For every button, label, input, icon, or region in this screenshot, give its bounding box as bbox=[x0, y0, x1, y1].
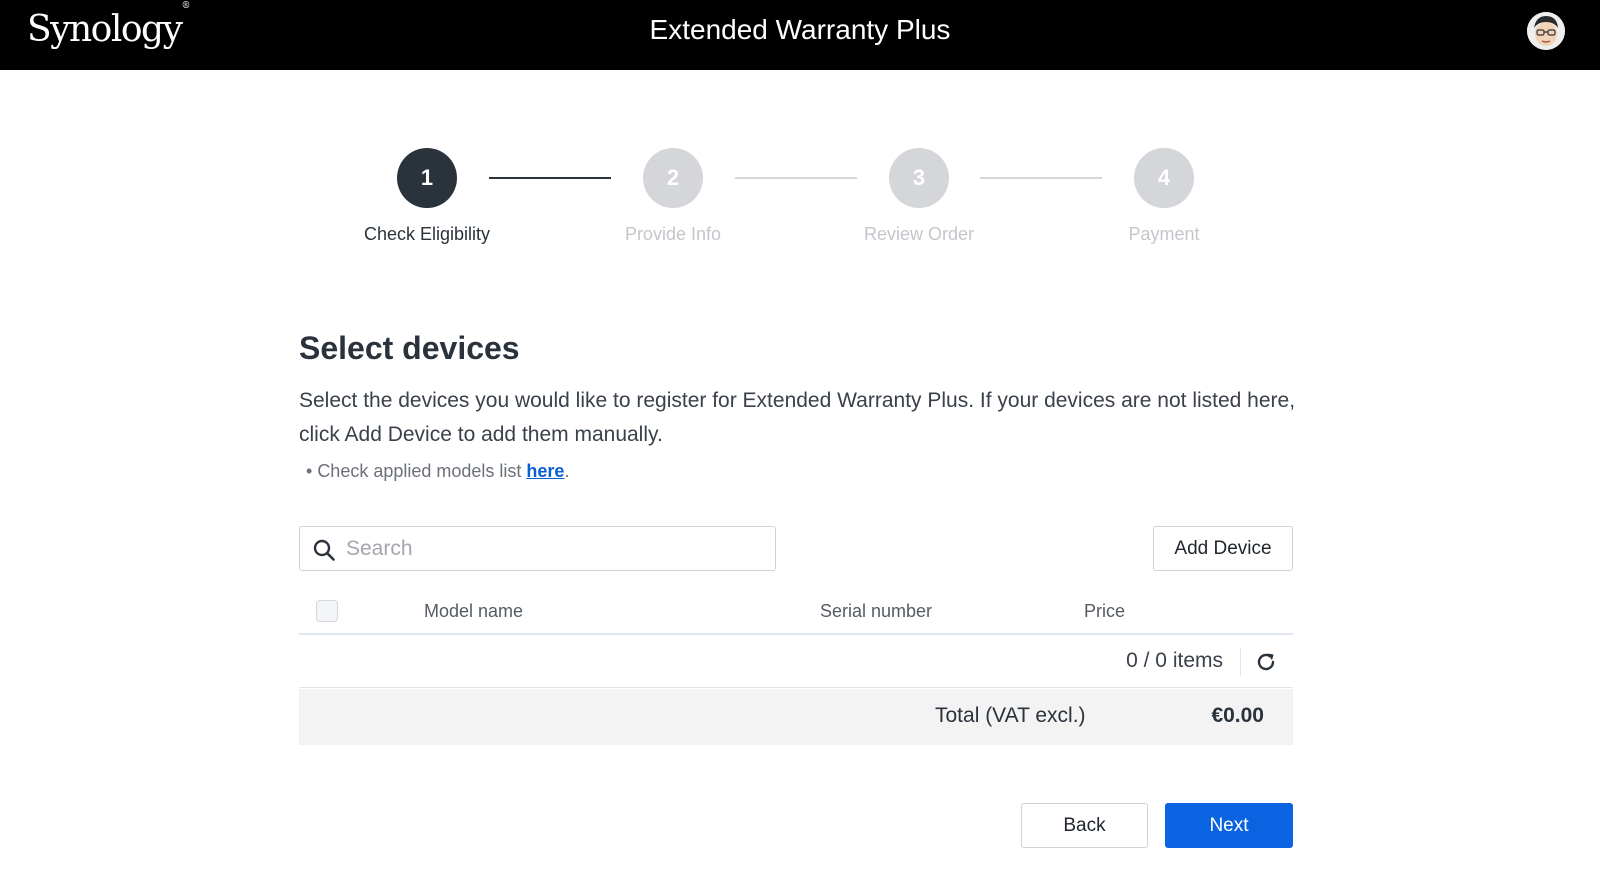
search-box[interactable] bbox=[299, 526, 776, 571]
next-button[interactable]: Next bbox=[1165, 803, 1293, 848]
add-device-button[interactable]: Add Device bbox=[1153, 526, 1293, 571]
select-all-checkbox[interactable] bbox=[316, 600, 338, 622]
note-suffix: . bbox=[564, 461, 570, 481]
step-label: Review Order bbox=[863, 224, 975, 244]
column-model-name[interactable]: Model name bbox=[424, 601, 523, 622]
step-provide-info: 2 Provide Info bbox=[573, 148, 773, 245]
models-list-link[interactable]: here bbox=[526, 461, 564, 481]
back-button[interactable]: Back bbox=[1021, 803, 1148, 848]
step-number: 3 bbox=[889, 148, 949, 208]
step-payment: 4 Payment bbox=[1064, 148, 1264, 245]
user-avatar[interactable] bbox=[1527, 12, 1565, 50]
step-number: 1 bbox=[397, 148, 457, 208]
progress-stepper: 1 Check Eligibility 2 Provide Info 3 Rev… bbox=[0, 148, 1600, 258]
models-list-note: • Check applied models list here. bbox=[306, 461, 570, 481]
step-check-eligibility: 1 Check Eligibility bbox=[327, 148, 527, 245]
total-row: Total (VAT excl.) €0.00 bbox=[299, 689, 1293, 745]
step-label: Provide Info bbox=[624, 224, 722, 244]
search-icon bbox=[313, 539, 335, 561]
pager-divider bbox=[1240, 648, 1241, 676]
column-serial-number[interactable]: Serial number bbox=[820, 601, 932, 622]
step-number: 4 bbox=[1134, 148, 1194, 208]
column-price[interactable]: Price bbox=[1084, 601, 1125, 622]
search-input[interactable] bbox=[346, 533, 766, 565]
total-label: Total (VAT excl.) bbox=[935, 704, 1086, 727]
page-description: Select the devices you would like to reg… bbox=[299, 389, 1296, 446]
total-value: €0.00 bbox=[1211, 704, 1264, 727]
avatar-face-icon bbox=[1527, 12, 1565, 50]
device-table-header: Model name Serial number Price bbox=[299, 589, 1293, 635]
step-label: Check Eligibility bbox=[363, 224, 491, 244]
item-count: 0 / 0 items bbox=[1126, 649, 1223, 672]
step-review-order: 3 Review Order bbox=[819, 148, 1019, 245]
note-text: Check applied models list bbox=[317, 461, 527, 481]
top-bar: Synology® Extended Warranty Plus bbox=[0, 0, 1600, 70]
refresh-icon[interactable] bbox=[1254, 650, 1278, 674]
step-label: Payment bbox=[1128, 224, 1200, 244]
step-number: 2 bbox=[643, 148, 703, 208]
registered-mark: ® bbox=[181, 1, 191, 11]
app-title: Extended Warranty Plus bbox=[649, 14, 951, 45]
page-heading: Select devices bbox=[299, 330, 520, 366]
table-pager: 0 / 0 items bbox=[299, 636, 1293, 688]
